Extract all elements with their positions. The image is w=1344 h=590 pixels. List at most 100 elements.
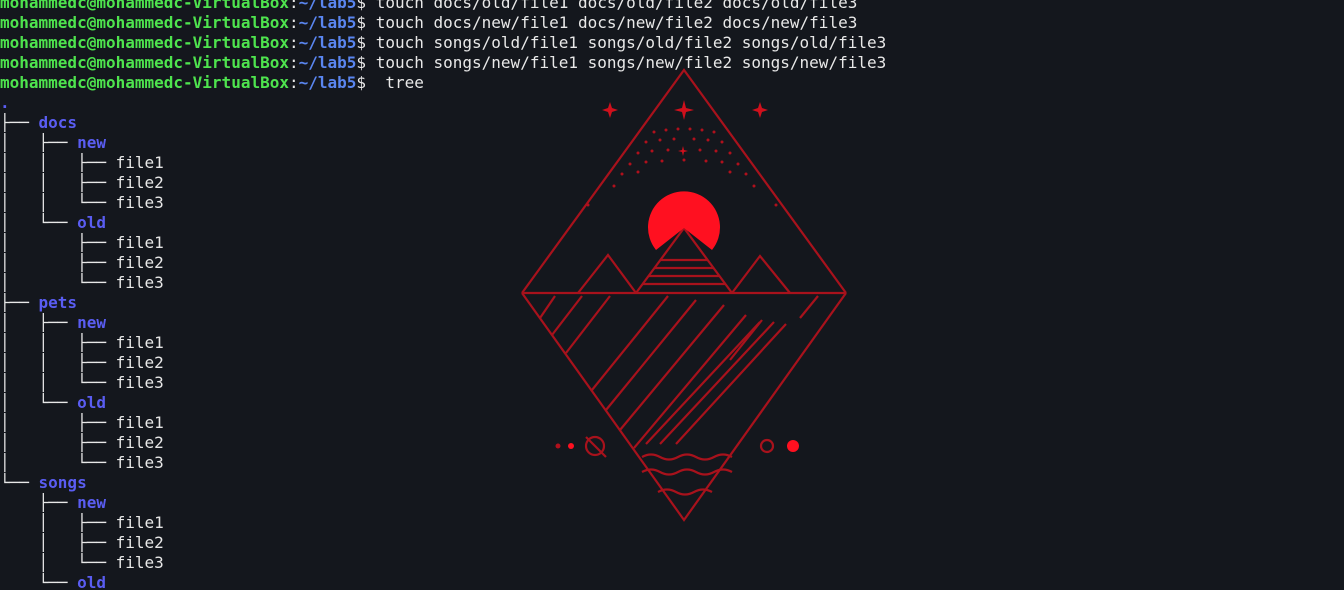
prompt-path: ~/lab5	[298, 13, 357, 32]
command-text: touch songs/new/file1 songs/new/file2 so…	[366, 53, 887, 72]
tree-directory-line: │ └── old	[0, 393, 886, 413]
tree-file-line: │ │ └── file3	[0, 373, 886, 393]
prompt-path: ~/lab5	[298, 73, 357, 92]
tree-file-line: │ ├── file2	[0, 253, 886, 273]
file-name: file1	[115, 413, 164, 432]
command-line: mohammedc@mohammedc-VirtualBox:~/lab5$ t…	[0, 53, 886, 73]
tree-branch: │ ├──	[0, 433, 116, 452]
file-name: file3	[115, 453, 164, 472]
file-name: file2	[115, 433, 164, 452]
prompt-colon: :	[288, 0, 299, 12]
directory-name: old	[77, 573, 106, 590]
tree-branch: │ │ ├──	[0, 153, 116, 172]
file-name: file1	[115, 153, 164, 172]
directory-name: new	[77, 313, 106, 332]
file-name: file3	[115, 273, 164, 292]
prompt-dollar: $	[356, 53, 367, 72]
directory-name: new	[77, 133, 106, 152]
tree-branch: │ └──	[0, 453, 116, 472]
prompt-colon: :	[288, 73, 299, 92]
prompt-path: ~/lab5	[298, 33, 357, 52]
prompt-path: ~/lab5	[298, 53, 357, 72]
tree-branch: │ │ └──	[0, 373, 116, 392]
tree-branch: │ ├──	[0, 253, 116, 272]
tree-directory-line: └── old	[0, 573, 886, 590]
tree-file-line: │ └── file3	[0, 553, 886, 573]
tree-root-dot: .	[0, 93, 10, 112]
terminal-output[interactable]: mohammedc@mohammedc-VirtualBox:~/lab5$ t…	[0, 0, 886, 590]
prompt-colon: :	[288, 33, 299, 52]
tree-directory-line: └── songs	[0, 473, 886, 493]
prompt-colon: :	[288, 13, 299, 32]
command-line: mohammedc@mohammedc-VirtualBox:~/lab5$ t…	[0, 73, 886, 93]
tree-file-line: │ │ ├── file1	[0, 153, 886, 173]
prompt-user-host: mohammedc@mohammedc-VirtualBox	[0, 13, 289, 32]
directory-name: old	[77, 393, 106, 412]
command-text: touch songs/old/file1 songs/old/file2 so…	[366, 33, 887, 52]
file-name: file2	[115, 533, 164, 552]
file-name: file3	[115, 193, 164, 212]
tree-branch: │ ├──	[0, 313, 78, 332]
prompt-user-host: mohammedc@mohammedc-VirtualBox	[0, 0, 289, 12]
tree-branch: │ ├──	[0, 533, 116, 552]
tree-branch: │ ├──	[0, 513, 116, 532]
command-line: mohammedc@mohammedc-VirtualBox:~/lab5$ t…	[0, 33, 886, 53]
tree-output: ├── docs │ ├── new │ │ ├── file1 │ │ ├── fi…	[0, 113, 886, 590]
file-name: file2	[115, 353, 164, 372]
tree-file-line: │ │ ├── file2	[0, 353, 886, 373]
file-name: file2	[115, 253, 164, 272]
file-name: file3	[115, 373, 164, 392]
prompt-path: ~/lab5	[298, 0, 357, 12]
tree-branch: │ ├──	[0, 133, 78, 152]
tree-branch: │ │ ├──	[0, 333, 116, 352]
tree-directory-line: │ ├── new	[0, 133, 886, 153]
tree-branch: │ ├──	[0, 233, 116, 252]
tree-file-line: │ │ ├── file1	[0, 333, 886, 353]
tree-directory-line: │ ├── new	[0, 313, 886, 333]
tree-file-line: │ │ ├── file2	[0, 173, 886, 193]
tree-branch: │ │ └──	[0, 193, 116, 212]
tree-branch: ├──	[0, 113, 39, 132]
command-text: touch docs/old/file1 docs/old/file2 docs…	[366, 0, 858, 12]
tree-file-line: │ ├── file1	[0, 233, 886, 253]
prompt-dollar: $	[356, 33, 367, 52]
command-text: tree	[366, 73, 424, 92]
file-name: file3	[115, 553, 164, 572]
tree-file-line: │ │ └── file3	[0, 193, 886, 213]
command-line: mohammedc@mohammedc-VirtualBox:~/lab5$ t…	[0, 0, 886, 13]
prompt-user-host: mohammedc@mohammedc-VirtualBox	[0, 33, 289, 52]
prompt-user-host: mohammedc@mohammedc-VirtualBox	[0, 53, 289, 72]
tree-branch: └──	[0, 473, 39, 492]
tree-branch: │ └──	[0, 273, 116, 292]
tree-branch: │ │ ├──	[0, 353, 116, 372]
prompt-colon: :	[288, 53, 299, 72]
tree-root: .	[0, 93, 886, 113]
tree-branch: ├──	[0, 293, 39, 312]
tree-branch: └──	[0, 573, 78, 590]
tree-branch: ├──	[0, 493, 78, 512]
tree-directory-line: ├── new	[0, 493, 886, 513]
directory-name: old	[77, 213, 106, 232]
prompt-dollar: $	[356, 0, 367, 12]
tree-file-line: │ ├── file2	[0, 533, 886, 553]
command-text: touch docs/new/file1 docs/new/file2 docs…	[366, 13, 858, 32]
command-line: mohammedc@mohammedc-VirtualBox:~/lab5$ t…	[0, 13, 886, 33]
tree-directory-line: ├── docs	[0, 113, 886, 133]
tree-file-line: │ └── file3	[0, 273, 886, 293]
directory-name: pets	[38, 293, 78, 312]
directory-name: new	[77, 493, 106, 512]
tree-file-line: │ └── file3	[0, 453, 886, 473]
terminal-window[interactable]: mohammedc@mohammedc-VirtualBox:~/lab5$ t…	[0, 0, 1344, 590]
file-name: file1	[115, 333, 164, 352]
tree-directory-line: │ └── old	[0, 213, 886, 233]
tree-file-line: │ ├── file1	[0, 413, 886, 433]
file-name: file1	[115, 233, 164, 252]
tree-branch: │ │ ├──	[0, 173, 116, 192]
prompt-dollar: $	[356, 13, 367, 32]
tree-branch: │ └──	[0, 393, 78, 412]
prompt-dollar: $	[356, 73, 367, 92]
tree-directory-line: ├── pets	[0, 293, 886, 313]
tree-branch: │ └──	[0, 213, 78, 232]
tree-branch: │ ├──	[0, 413, 116, 432]
prompt-user-host: mohammedc@mohammedc-VirtualBox	[0, 73, 289, 92]
